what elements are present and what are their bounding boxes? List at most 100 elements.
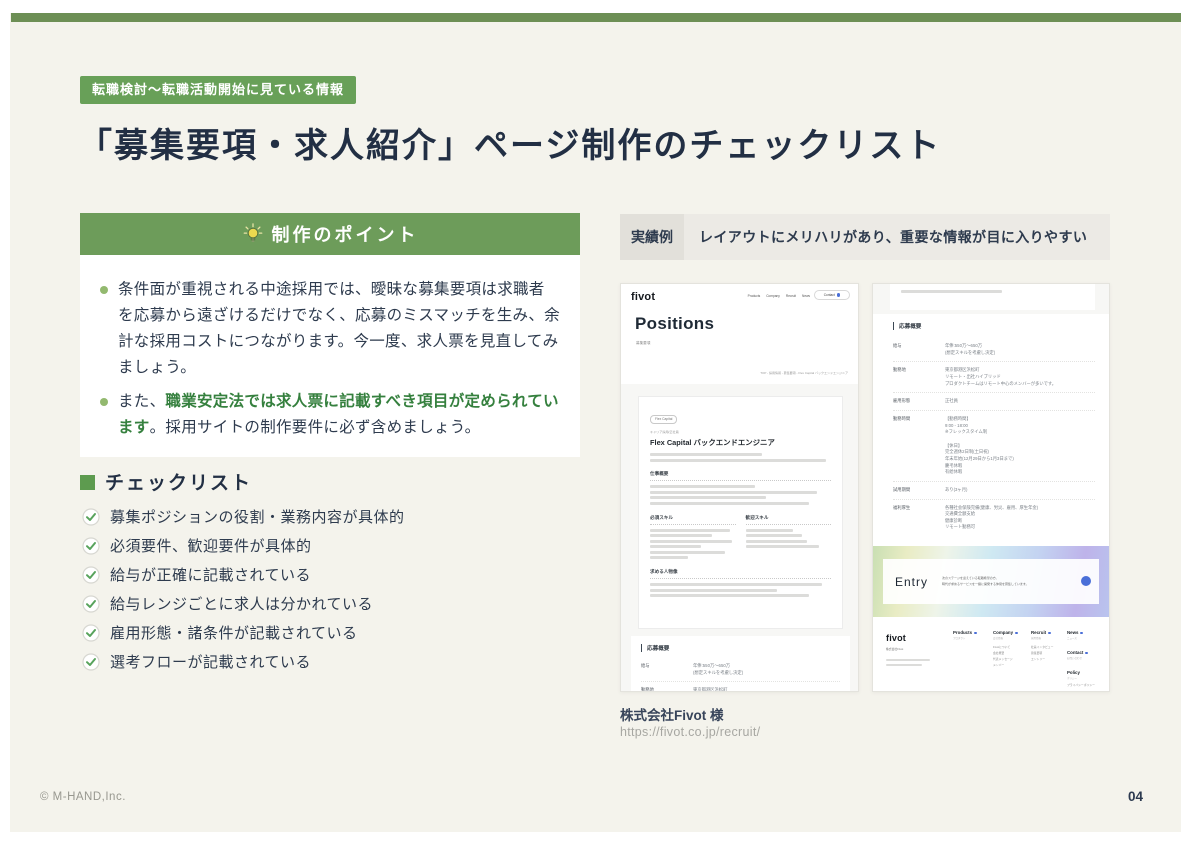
checklist-item-label: 選考フローが記載されている [110, 651, 311, 672]
mini-section-welcome: 歓迎スキル [746, 515, 832, 560]
mini-footer-col: Company 会社情報 Fivotについて 会社概要 代表メッセージ メンバー [993, 630, 1018, 669]
mini-footer-col-sub: お問い合わせ [1067, 656, 1088, 660]
mini-apply-row-value: 年俸:550万〜650万 (想定スキルを考慮し決定) [693, 663, 840, 676]
checklist-heading-label: チェックリスト [105, 473, 252, 494]
mini-footer-col: Recruit 採用情報 社員インタビュー 募集要項 エントリー [1031, 630, 1053, 662]
mini-apply-row-label: 給与 [893, 343, 945, 356]
mini-footer-col-sub: 採用情報 [1031, 636, 1053, 640]
mini-footer-col-label: Company [993, 630, 1018, 635]
mini-footer-col-label: Recruit [1031, 630, 1053, 635]
mini-footer-col-sub: ポリシー [1067, 676, 1095, 680]
mini-nav-item: Recruit [786, 294, 796, 298]
mini-footer-col-label: Products [953, 630, 977, 635]
mini-apply-row: 給与 年俸:550万〜650万 (想定スキルを考慮し決定) [641, 658, 840, 682]
mini-apply-row: 福利厚生 各種社会保険完備(健康、労災、雇用、厚生年金) 交通費全額支給 健康診… [893, 500, 1095, 537]
mini-section-overview: 仕事概要 [650, 471, 831, 505]
check-circle-icon [82, 537, 100, 555]
mini-entry-text: 次のステージを迎えている転職希望の方、 時代が求めるサービスを一緒に開発する仲間… [942, 576, 1029, 587]
checklist-item: 選考フローが記載されている [82, 647, 405, 676]
mini-page-title: Positions [635, 314, 714, 334]
bullet-dot-icon [100, 286, 108, 294]
checklist-item: 給与が正確に記載されている [82, 560, 405, 589]
mini-nav: Products Company Recruit News [748, 294, 810, 298]
chevron-icon [1048, 632, 1051, 635]
mini-footer-col-sub: 会社情報 [993, 636, 1018, 640]
mini-nav-item: Products [748, 294, 761, 298]
screenshot-positions-page: fivot Products Company Recruit News Cont… [620, 283, 859, 692]
mini-apply-row: 試用期間 あり(3ヶ月) [893, 482, 1095, 500]
mini-apply-row-value: 年俸:550万〜650万 (想定スキルを考慮し決定) [945, 343, 1095, 356]
example-header: 実績例 レイアウトにメリハリがあり、重要な情報が目に入りやすい [620, 214, 1110, 260]
mini-logo: fivot [631, 291, 655, 303]
mini-apply-row-value: あり(3ヶ月) [945, 487, 1095, 494]
point-text: また、職業安定法では求人票に記載すべき項目が定められています。採用サイトの制作要… [118, 389, 560, 441]
checklist: 募集ポジションの役割・業務内容が具体的 必須要件、歓迎要件が具体的 給与が正確に… [82, 502, 405, 676]
mini-footer-col-label: Policy [1067, 670, 1095, 675]
mini-section-heading: 必須スキル [650, 515, 736, 525]
checklist-item-label: 必須要件、歓迎要件が具体的 [110, 535, 312, 556]
checklist-item: 必須要件、歓迎要件が具体的 [82, 531, 405, 560]
page-number: 04 [1128, 789, 1143, 804]
mini-footer-logo: fivot [886, 633, 906, 643]
mini-footer-address [886, 659, 930, 661]
mini-apply-block: 応募概要 給与 年俸:550万〜650万 (想定スキルを考慮し決定) 勤務地 東… [631, 636, 850, 692]
mini-apply-row-label: 福利厚生 [893, 505, 945, 532]
mini-contact-label: Contact [824, 293, 835, 297]
mini-apply-heading: 応募概要 [641, 644, 840, 652]
mini-apply-row-value: 【勤務時間】 9:00 - 18:00 ※フレックスタイム制 【休日】 完全週休… [945, 416, 1095, 476]
points-panel-header: 制作のポイント [80, 213, 580, 255]
page-title: 「募集要項・求人紹介」ページ制作のチェックリスト [78, 118, 941, 167]
mini-footer-links: プライバシーポリシー [1067, 683, 1095, 687]
mini-apply-heading: 応募概要 [893, 322, 921, 330]
mini-apply-table: 給与 年俸:550万〜650万 (想定スキルを考慮し決定) 勤務地 東京都港区浜… [893, 338, 1095, 536]
point-text: 条件面が重視される中途採用では、曖昧な募集要項は求職者を応募から遠ざけるだけでな… [118, 277, 560, 381]
mini-job-intro [650, 453, 831, 462]
mini-apply-row-label: 勤務地 [641, 687, 693, 692]
mini-apply-row-label: 勤務地 [893, 367, 945, 387]
example-label: 実績例 [620, 214, 684, 260]
lightbulb-icon [242, 223, 264, 245]
chevron-icon [1015, 632, 1018, 635]
mini-skill-columns: 必須スキル 歓迎スキル [650, 515, 831, 560]
checklist-item-label: 給与が正確に記載されている [110, 564, 311, 585]
mini-apply-row-label: 給与 [641, 663, 693, 676]
checklist-item: 給与レンジごとに求人は分かれている [82, 589, 405, 618]
mini-apply-row-value: 東京都港区浜松町 リモート・出社ハイブリッド プロダクトチームはリモート中心のメ… [693, 687, 840, 692]
client-name: 株式会社Fivot 様 [620, 704, 724, 724]
chevron-icon [974, 632, 977, 635]
mini-footer-col-sub: プロダクト [953, 636, 977, 640]
chevron-icon [1085, 652, 1088, 655]
mini-entry-banner: Entry 次のステージを迎えている転職希望の方、 時代が求めるサービスを一緒に… [873, 546, 1109, 617]
checklist-item-label: 雇用形態・諸条件が記載されている [110, 622, 358, 643]
mini-card-remnant [890, 284, 1095, 310]
mini-footer-links: Fivotについて 会社概要 代表メッセージ メンバー [993, 644, 1018, 669]
bullet-dot-icon [100, 398, 108, 406]
mini-apply-row: 給与 年俸:550万〜650万 (想定スキルを考慮し決定) [893, 338, 1095, 362]
section-badge: 転職検討〜転職活動開始に見ている情報 [80, 76, 356, 104]
mini-job-card: Flex Capital キャリア採用/正社員 Flex Capital バック… [638, 396, 843, 629]
mini-section-required: 必須スキル [650, 515, 736, 560]
mini-contact-arrow-icon [837, 293, 841, 297]
checklist-square-icon [80, 475, 95, 490]
checklist-item-label: 募集ポジションの役割・業務内容が具体的 [110, 506, 405, 527]
checklist-item: 募集ポジションの役割・業務内容が具体的 [82, 502, 405, 531]
mini-entry-panel: Entry 次のステージを迎えている転職希望の方、 時代が求めるサービスを一緒に… [883, 559, 1099, 604]
client-url[interactable]: https://fivot.co.jp/recruit/ [620, 725, 760, 739]
mini-apply-row-label: 勤務時間 [893, 416, 945, 476]
mini-section-heading: 求める人物像 [650, 569, 831, 579]
mini-apply-row-label: 試用期間 [893, 487, 945, 494]
mini-job-tag: Flex Capital [650, 415, 677, 424]
points-header-label: 制作のポイント [272, 221, 419, 247]
check-circle-icon [82, 508, 100, 526]
mini-job-meta: キャリア採用/正社員 [650, 429, 831, 434]
mini-footer-company: 株式会社Fivot [886, 647, 903, 651]
mini-footer-col-label: Contact [1067, 650, 1088, 655]
mini-breadcrumb: TOP - 採用情報 - 募集要項 - Flex Capital バックエンドエ… [760, 371, 848, 375]
mini-job-title: Flex Capital バックエンドエンジニア [650, 437, 831, 448]
points-panel-body: 条件面が重視される中途採用では、曖昧な募集要項は求職者を応募から遠ざけるだけでな… [80, 255, 580, 457]
checklist-heading: チェックリスト [80, 468, 252, 495]
example-description: レイアウトにメリハリがあり、重要な情報が目に入りやすい [684, 227, 1087, 247]
point-bullet: 条件面が重視される中途採用では、曖昧な募集要項は求職者を応募から遠ざけるだけでな… [100, 277, 560, 381]
mini-apply-row-value: 正社員 [945, 398, 1095, 405]
mini-footer-col: News ニュース [1067, 630, 1083, 640]
